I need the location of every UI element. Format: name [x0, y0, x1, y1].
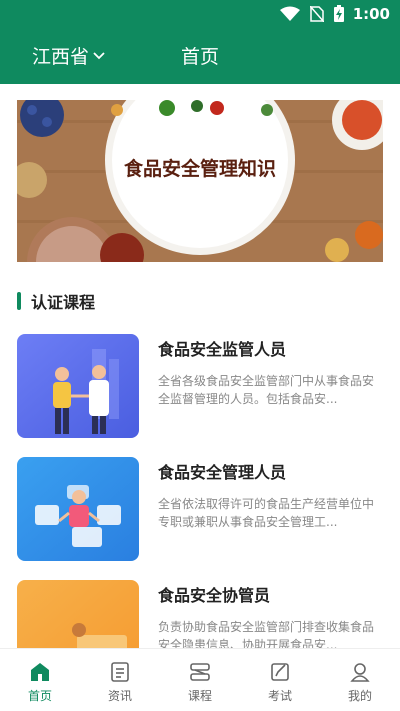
battery-charging-icon	[334, 5, 344, 22]
top-header: 1:00 江西省 首页	[0, 0, 400, 84]
banner-image	[17, 100, 383, 262]
nav-label: 课程	[187, 689, 212, 703]
manager-illustration	[17, 457, 139, 561]
nav-label: 我的	[347, 689, 372, 703]
nav-item-news[interactable]: 资讯	[80, 649, 160, 711]
section-title: 认证课程	[31, 293, 96, 312]
nav-item-exam[interactable]: 考试	[240, 649, 320, 711]
nav-item-course[interactable]: 课程	[160, 649, 240, 711]
banner-carousel[interactable]: 食品安全管理知识	[17, 100, 383, 262]
course-title: 食品安全协管员	[158, 586, 271, 605]
section-accent-bar	[17, 292, 21, 310]
no-sim-icon	[310, 5, 324, 22]
course-card[interactable]: 食品安全监管人员 全省各级食品安全监管部门中从事食品安全监督管理的人员。包括食品…	[17, 334, 383, 438]
course-description: 全省依法取得许可的食品生产经营单位中专职或兼职从事食品安全管理工...	[158, 497, 375, 529]
profile-icon	[350, 663, 370, 682]
section-header: 认证课程	[17, 290, 95, 312]
course-thumbnail	[17, 334, 139, 438]
banner-title: 食品安全管理知识	[123, 158, 276, 180]
home-icon	[31, 663, 49, 681]
course-icon	[190, 663, 210, 681]
course-description: 全省各级食品安全监管部门中从事食品安全监督管理的人员。包括食品安...	[158, 374, 375, 406]
supervisor-illustration	[17, 334, 139, 438]
course-card[interactable]: 食品安全管理人员 全省依法取得许可的食品生产经营单位中专职或兼职从事食品安全管理…	[17, 457, 383, 561]
status-bar: 1:00	[0, 0, 400, 28]
news-icon	[111, 662, 129, 682]
app-screen: 1:00 江西省 首页 食品安全管理知识 认证课程 食品安全监管人员 全省各级食…	[0, 0, 400, 711]
bottom-nav: 首页 资讯 课程 考试 我的	[0, 648, 400, 711]
course-title: 食品安全管理人员	[158, 463, 287, 482]
nav-item-home[interactable]: 首页	[0, 649, 80, 711]
nav-label: 考试	[267, 689, 292, 703]
nav-label: 资讯	[107, 689, 132, 703]
course-title: 食品安全监管人员	[158, 340, 287, 359]
exam-icon	[271, 663, 289, 681]
status-time: 1:00	[352, 5, 390, 23]
course-thumbnail	[17, 457, 139, 561]
nav-item-profile[interactable]: 我的	[320, 649, 400, 711]
status-icons	[280, 5, 344, 22]
page-title: 首页	[180, 46, 219, 68]
wifi-icon	[280, 6, 300, 21]
nav-label: 首页	[27, 689, 52, 703]
